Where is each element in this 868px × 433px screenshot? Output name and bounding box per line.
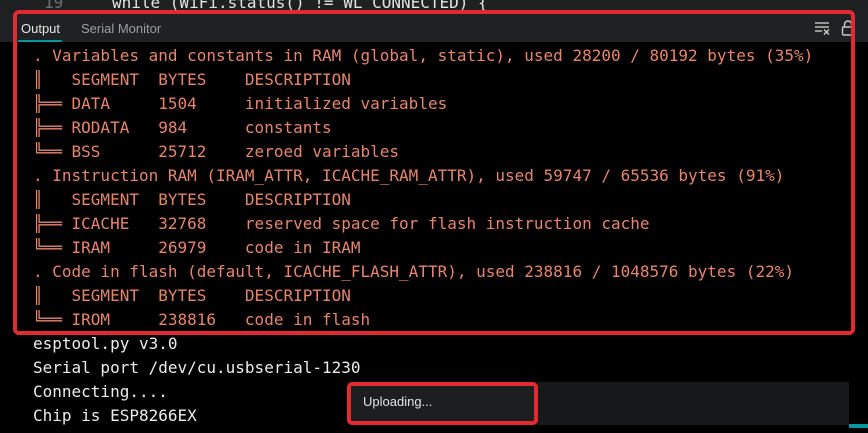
scrollbar-thumb[interactable] bbox=[849, 424, 868, 428]
output-line: Connecting.... bbox=[33, 382, 168, 401]
highlight-box bbox=[13, 10, 855, 335]
output-line: esptool.py v3.0 bbox=[33, 334, 178, 353]
toast-message: Uploading... bbox=[363, 394, 433, 409]
notification-area bbox=[537, 382, 849, 425]
output-line: Chip is ESP8266EX bbox=[33, 406, 197, 425]
output-line: Serial port /dev/cu.usbserial-1230 bbox=[33, 358, 361, 377]
upload-toast: Uploading... bbox=[347, 382, 538, 425]
